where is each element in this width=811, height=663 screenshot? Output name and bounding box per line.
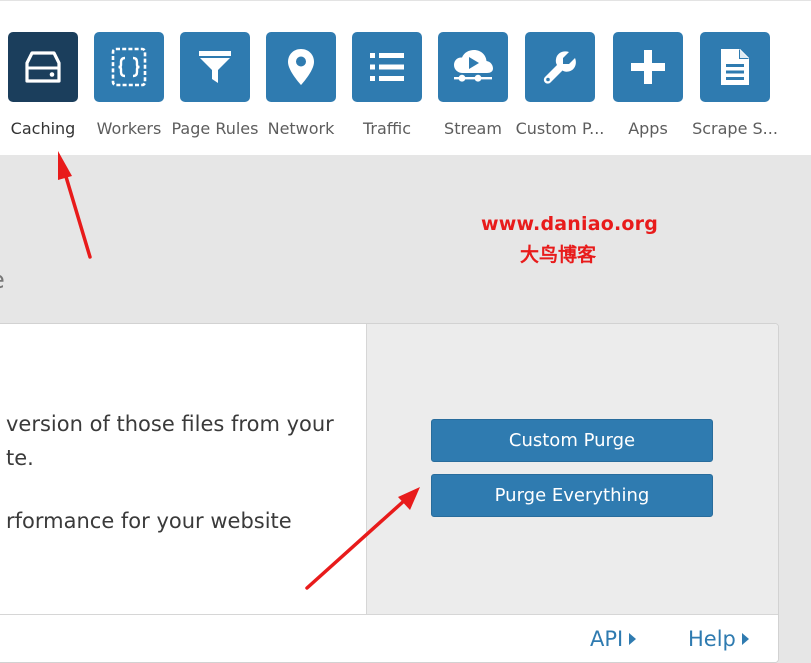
nav-item-network[interactable]: Network [256, 32, 346, 142]
nav-item-page-rules[interactable]: Page Rules [170, 32, 260, 142]
cloud-play-icon [454, 50, 493, 82]
list-icon [370, 53, 404, 81]
api-link[interactable]: API [590, 627, 637, 651]
nav-item-apps[interactable]: Apps [603, 32, 693, 142]
api-link-label: API [590, 627, 624, 651]
nav-tile-network[interactable] [266, 32, 336, 102]
nav-label-network: Network [267, 119, 335, 138]
purge-description-line-1: version of those files from your [6, 412, 334, 436]
watermark-url: www.daniao.org [481, 213, 659, 235]
server-drive-icon [25, 51, 61, 83]
caret-right-icon [741, 633, 749, 645]
code-braces-icon [111, 47, 147, 87]
nav-label-traffic: Traffic [362, 119, 412, 138]
nav-tile-stream[interactable] [438, 32, 508, 102]
plus-icon [631, 50, 665, 84]
arrow-to-caching [58, 151, 92, 259]
nav-item-traffic[interactable]: Traffic [342, 32, 432, 142]
purge-description-line-2: te. [6, 446, 34, 470]
map-pin-icon [288, 49, 314, 85]
nav-label-custom-pages: Custom P... [515, 119, 605, 138]
top-nav: Caching Workers Page Rules Network Traff… [0, 0, 811, 155]
section-heading-fragment: e [0, 266, 5, 294]
help-link-label: Help [688, 627, 736, 651]
nav-label-workers: Workers [96, 119, 162, 138]
nav-label-stream: Stream [444, 119, 502, 138]
nav-item-scrape-shield[interactable]: Scrape S... [690, 32, 780, 142]
nav-tile-traffic[interactable] [352, 32, 422, 102]
filter-funnel-icon [199, 51, 231, 83]
nav-item-custom-pages[interactable]: Custom P... [515, 32, 605, 142]
wrench-icon [543, 51, 576, 84]
nav-tile-scrape-shield[interactable] [700, 32, 770, 102]
nav-item-caching[interactable]: Caching [0, 32, 88, 142]
watermark-name: 大鸟博客 [520, 244, 597, 266]
nav-tile-caching[interactable] [8, 32, 78, 102]
custom-purge-button[interactable]: Custom Purge [431, 419, 713, 462]
purge-description-line-3: rformance for your website [6, 509, 292, 533]
nav-item-stream[interactable]: Stream [428, 32, 518, 142]
nav-item-workers[interactable]: Workers [84, 32, 174, 142]
nav-label-caching: Caching [10, 119, 76, 138]
purge-actions-panel [366, 324, 778, 614]
nav-label-page-rules: Page Rules [171, 119, 259, 138]
nav-tile-apps[interactable] [613, 32, 683, 102]
nav-label-apps: Apps [628, 119, 668, 138]
nav-label-scrape-shield: Scrape S... [692, 119, 778, 138]
nav-tile-page-rules[interactable] [180, 32, 250, 102]
card-footer [0, 614, 778, 662]
nav-tile-custom-pages[interactable] [525, 32, 595, 102]
document-icon [721, 49, 749, 85]
purge-everything-button[interactable]: Purge Everything [431, 474, 713, 517]
help-link[interactable]: Help [688, 627, 749, 651]
nav-tile-workers[interactable] [94, 32, 164, 102]
caret-right-icon [629, 633, 637, 645]
